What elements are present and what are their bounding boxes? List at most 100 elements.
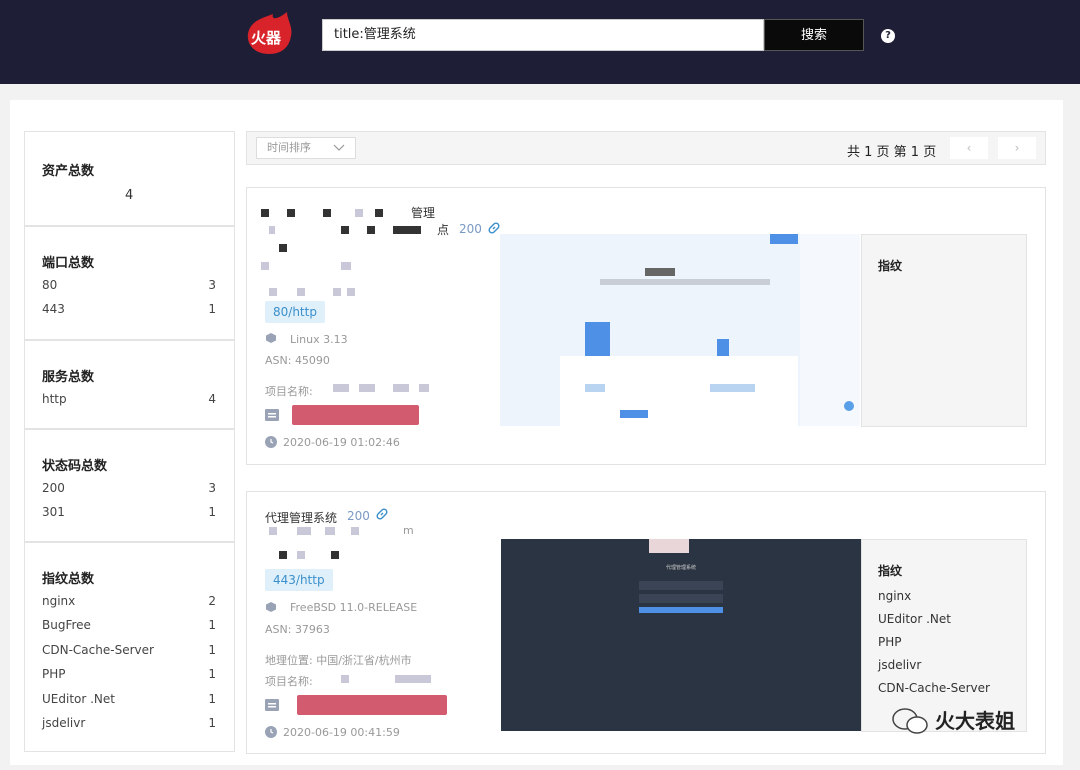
stat-row[interactable]: nginx 2	[42, 594, 216, 610]
chevron-down-icon	[333, 144, 345, 151]
redacted-block	[261, 209, 269, 217]
redacted-block	[261, 262, 269, 270]
redacted-block	[279, 244, 287, 252]
fingerprints-stat: 指纹总数 nginx 2 BugFree 1 CDN-Cache-Server 1 P…	[24, 542, 235, 752]
results-toolbar: 时间排序 共 1 页 第 1 页 ‹ ›	[246, 131, 1046, 165]
screenshot-title: 代理管理系统	[665, 565, 696, 571]
redacted-block	[287, 209, 295, 217]
help-icon[interactable]: ?	[881, 29, 895, 43]
asn-info: ASN: 45090	[265, 354, 330, 367]
stat-row[interactable]: http 4	[42, 392, 216, 408]
redacted-block	[269, 288, 277, 296]
stat-row[interactable]: UEditor .Net 1	[42, 692, 216, 708]
services-stat: 服务总数 http 4	[24, 340, 235, 429]
cube-icon	[266, 602, 276, 612]
assets-title: 资产总数	[42, 164, 95, 179]
redacted-block	[297, 527, 311, 535]
sort-select[interactable]: 时间排序	[256, 137, 356, 159]
fingerprint-item[interactable]: UEditor .Net	[878, 612, 951, 626]
wechat-icon	[892, 708, 928, 734]
timestamp: 2020-06-19 00:41:59	[283, 726, 400, 739]
assets-value: 4	[125, 188, 134, 203]
redacted-block	[375, 209, 383, 217]
redacted-block	[347, 288, 355, 296]
search-input[interactable]: title:管理系统	[322, 19, 764, 51]
top-bar: 火器 title:管理系统 搜索 ?	[0, 0, 1080, 84]
project-label: 项目名称:	[265, 675, 313, 688]
stat-row[interactable]: jsdelivr 1	[42, 716, 216, 732]
fingerprint-item[interactable]: nginx	[878, 589, 911, 603]
redacted-block	[279, 551, 287, 559]
project-label: 项目名称:	[265, 385, 313, 398]
fingerprint-item[interactable]: CDN-Cache-Server	[878, 681, 990, 695]
fingerprints-title: 指纹总数	[42, 572, 95, 587]
redacted-block	[269, 527, 277, 535]
website-screenshot[interactable]: 代理管理系统	[501, 539, 861, 731]
search-button[interactable]: 搜索	[764, 19, 864, 51]
redacted-block	[351, 527, 359, 535]
redacted-block	[297, 288, 305, 296]
port-tag[interactable]: 80/http	[265, 301, 325, 323]
next-page-button[interactable]: ›	[998, 137, 1036, 159]
redacted-block	[367, 226, 375, 234]
redacted-block	[297, 551, 305, 559]
redacted-block	[395, 675, 431, 683]
redacted-block	[355, 209, 363, 217]
svg-text:火器: 火器	[251, 29, 282, 47]
stat-row[interactable]: 301 1	[42, 505, 216, 521]
sort-label: 时间排序	[267, 141, 311, 154]
redacted-block	[419, 384, 429, 392]
fofa-logo-icon[interactable]: 火器	[243, 10, 295, 56]
status-code: 200	[347, 509, 370, 523]
cube-icon	[266, 333, 276, 343]
website-screenshot[interactable]	[500, 234, 860, 426]
location-info: 地理位置: 中国/浙江省/杭州市	[265, 654, 412, 667]
result-title[interactable]: 代理管理系统	[265, 509, 337, 526]
stat-row[interactable]: PHP 1	[42, 667, 216, 683]
redacted-block	[341, 675, 349, 683]
fingerprint-panel: 指纹 nginx UEditor .Net PHP jsdelivr CDN-C…	[861, 539, 1027, 732]
folder-icon	[265, 409, 279, 421]
redacted-project-name	[292, 405, 419, 425]
fingerprint-item[interactable]: PHP	[878, 635, 902, 649]
redacted-block	[333, 288, 341, 296]
status-codes-title: 状态码总数	[42, 459, 108, 474]
ports-stat: 端口总数 80 3 443 1	[24, 226, 235, 340]
redacted-block	[333, 384, 349, 392]
stat-row[interactable]: CDN-Cache-Server 1	[42, 643, 216, 659]
screenshot-button	[639, 607, 723, 613]
screenshot-input	[639, 594, 723, 603]
link-icon[interactable]	[375, 507, 389, 521]
watermark-text: 火大表姐	[935, 709, 1015, 733]
stat-row[interactable]: 443 1	[42, 302, 216, 318]
prev-page-button[interactable]: ‹	[950, 137, 988, 159]
screenshot-input	[639, 581, 723, 590]
redacted-block	[323, 209, 331, 217]
services-title: 服务总数	[42, 370, 95, 385]
redacted-block	[393, 384, 409, 392]
clock-icon	[265, 726, 277, 738]
result-title-part: 点	[437, 223, 450, 237]
redacted-block	[649, 539, 689, 553]
result-title[interactable]: 管理	[411, 204, 435, 221]
fingerprint-panel: 指纹	[861, 234, 1027, 427]
os-info: FreeBSD 11.0-RELEASE	[290, 601, 418, 614]
redacted-block	[331, 551, 339, 559]
ports-title: 端口总数	[42, 256, 95, 271]
stat-row[interactable]: BugFree 1	[42, 618, 216, 634]
asn-info: ASN: 37963	[265, 623, 330, 636]
os-info: Linux 3.13	[290, 333, 348, 346]
redacted-tail: m	[403, 524, 414, 537]
redacted-project-name	[297, 695, 447, 715]
redacted-block	[269, 226, 275, 234]
link-icon[interactable]	[487, 221, 501, 235]
fingerprint-item[interactable]: jsdelivr	[878, 658, 921, 672]
stat-row[interactable]: 200 3	[42, 481, 216, 497]
status-code: 200	[459, 222, 482, 236]
folder-icon	[265, 699, 279, 711]
result-card: 管理 点 200 80/http Linux 3.13 ASN: 45090 项…	[246, 187, 1046, 465]
clock-icon	[265, 436, 277, 448]
stat-row[interactable]: 80 3	[42, 278, 216, 294]
port-tag[interactable]: 443/http	[265, 569, 333, 591]
status-codes-stat: 状态码总数 200 3 301 1	[24, 429, 235, 542]
